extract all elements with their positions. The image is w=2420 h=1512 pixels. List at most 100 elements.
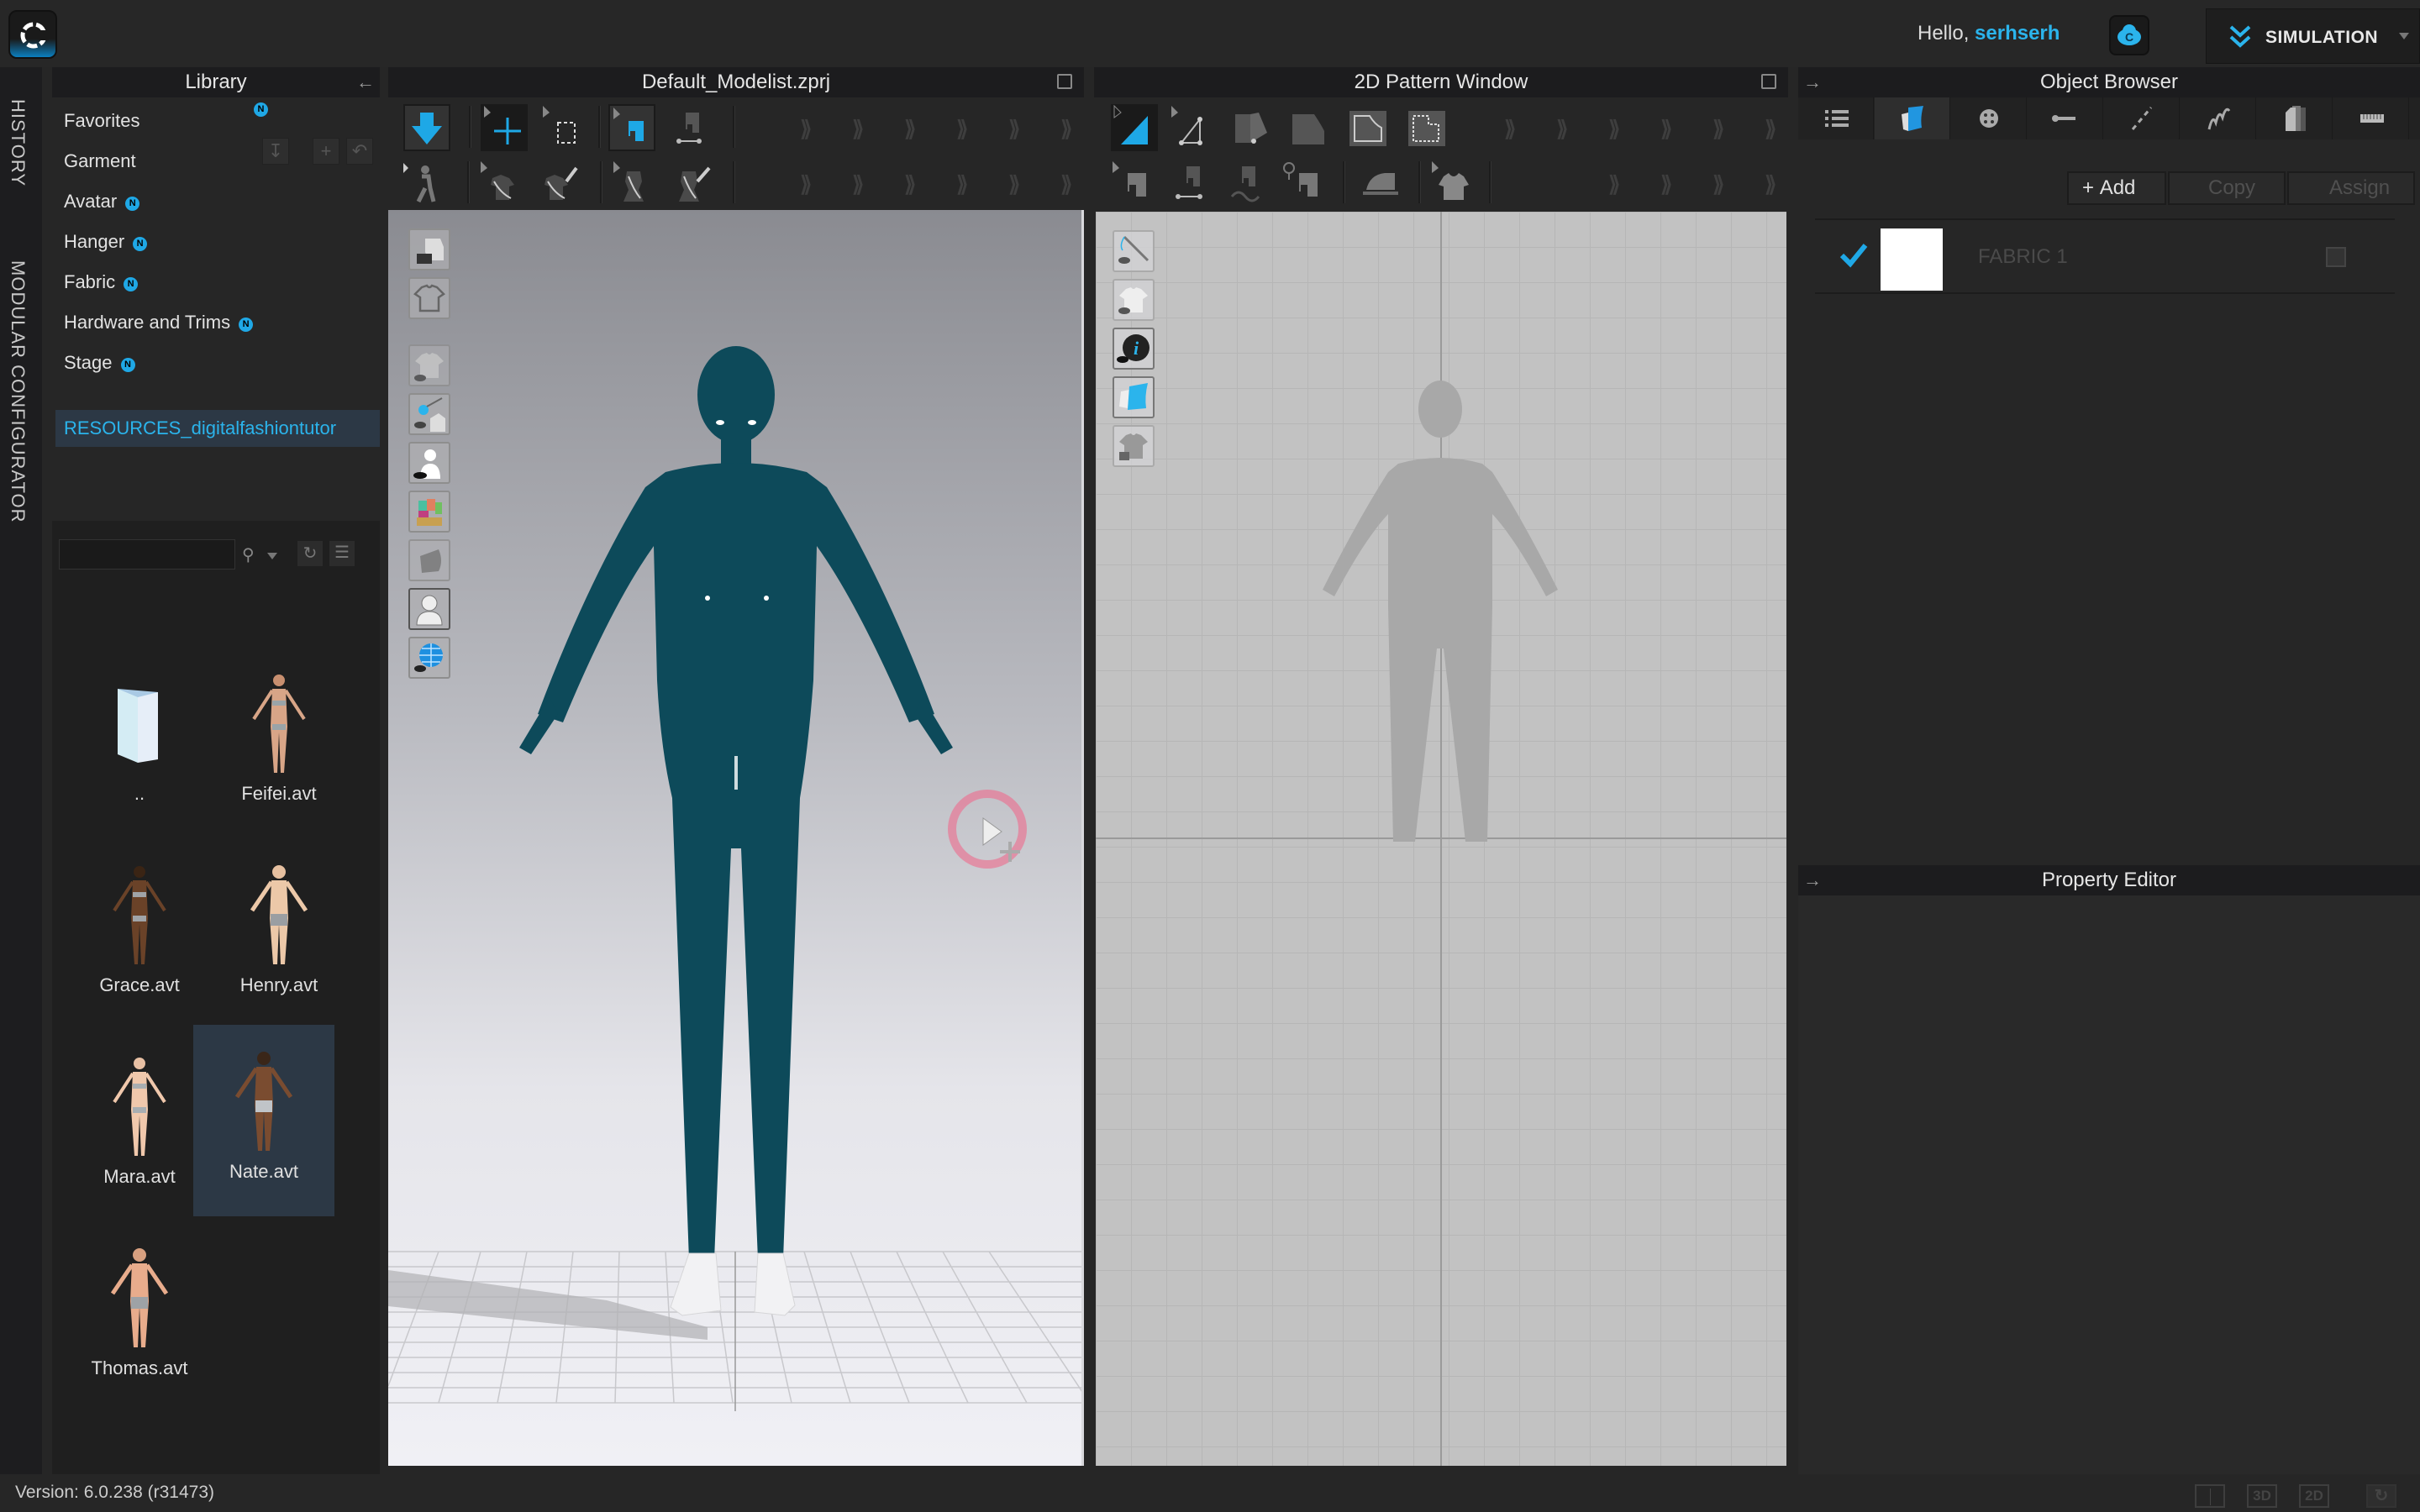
show-pattern-button[interactable] (1113, 279, 1155, 321)
tab-topstitch[interactable] (2104, 97, 2180, 139)
file-item[interactable]: Grace.avt (69, 838, 210, 1025)
popout-icon[interactable] (1761, 74, 1776, 89)
garment-pen-tool[interactable] (536, 160, 583, 207)
free-sewing-2d-tool[interactable] (1222, 160, 1269, 207)
list-view-icon[interactable]: ☰ (329, 541, 355, 566)
chevron-icon[interactable]: ⟫ (1712, 171, 1724, 197)
library-category-hanger[interactable]: Hanger N (64, 223, 148, 260)
tab-history[interactable]: HISTORY (7, 99, 29, 186)
chevron-icon[interactable]: ⟫ (1060, 171, 1072, 197)
chevron-icon[interactable]: ⟫ (1504, 116, 1516, 142)
split-view-button[interactable] (2195, 1484, 2225, 1508)
edit-sewing-2d-tool[interactable] (1109, 160, 1156, 207)
copy-fabric-button[interactable]: Copy (2168, 171, 2286, 205)
fitting-suit-tool[interactable] (1428, 160, 1476, 207)
chevron-icon[interactable]: ⟫ (904, 116, 916, 142)
steam-tool[interactable] (1358, 160, 1405, 207)
popout-icon[interactable] (1057, 74, 1072, 89)
segment-sewing-2d-tool[interactable] (1166, 160, 1213, 207)
file-item-selected[interactable]: Nate.avt (193, 1025, 334, 1216)
chevron-icon[interactable]: ⟫ (800, 171, 812, 197)
view-3d-button[interactable]: 3D (2247, 1484, 2277, 1508)
tab-zipper[interactable] (2181, 97, 2256, 139)
refresh-icon[interactable]: ↻ (297, 541, 323, 566)
download-button[interactable]: ↧ (262, 138, 289, 165)
garment-display-button[interactable] (408, 277, 450, 319)
dress-form-pen-tool[interactable] (669, 160, 716, 207)
assign-fabric-button[interactable]: Assign (2287, 171, 2415, 205)
chevron-icon[interactable]: ⟫ (956, 116, 968, 142)
collapse-left-icon[interactable]: ← (356, 67, 375, 97)
library-category-stage[interactable]: Stage N (64, 344, 135, 381)
chevron-icon[interactable]: ⟫ (956, 171, 968, 197)
tab-modular-configurator[interactable]: MODULAR CONFIGURATOR (7, 260, 29, 523)
tab-list[interactable] (1798, 97, 1874, 139)
show-garment-button[interactable] (408, 344, 450, 386)
chevron-icon[interactable]: ⟫ (1556, 116, 1568, 142)
dress-form-measure-tool[interactable] (610, 160, 657, 207)
fabric-list-item[interactable]: FABRIC 1 (1815, 218, 2395, 294)
search-dropdown-icon[interactable] (267, 553, 277, 559)
back-button[interactable]: ↶ (346, 138, 373, 165)
file-item[interactable]: Thomas.avt (69, 1221, 210, 1408)
library-category-hardware-and-trims[interactable]: Hardware and Trims N (64, 304, 254, 341)
texture-display-button[interactable] (408, 491, 450, 533)
environment-button[interactable] (408, 637, 450, 679)
add-favorite-button[interactable]: + (313, 138, 339, 165)
chevron-icon[interactable]: ⟫ (1008, 116, 1020, 142)
fabric-render-button[interactable] (408, 539, 450, 581)
tab-fabric[interactable] (1875, 97, 1950, 139)
file-item[interactable]: Mara.avt (69, 1030, 210, 1216)
library-category-fabric[interactable]: Fabric N (64, 264, 139, 301)
add-fabric-button[interactable]: + Add (2067, 171, 2166, 205)
avatar-display-button[interactable] (408, 588, 450, 630)
collapse-right-icon[interactable]: → (1803, 67, 1822, 97)
chevron-icon[interactable]: ⟫ (1008, 171, 1020, 197)
view-2d-button[interactable]: 2D (2299, 1484, 2329, 1508)
chevron-icon[interactable]: ⟫ (904, 171, 916, 197)
camera-view-button[interactable] (408, 228, 450, 270)
fabric-name[interactable]: FABRIC 1 (1978, 245, 2068, 269)
show-info-button[interactable]: i (1113, 328, 1155, 370)
library-category-resources[interactable]: RESOURCES_digitalfashiontutor (55, 410, 380, 447)
clo-cloud-button[interactable]: C (2109, 15, 2149, 55)
library-category-avatar[interactable]: Avatar N (64, 183, 140, 220)
file-item[interactable]: Henry.avt (208, 838, 350, 1025)
library-category-favorites[interactable]: Favorites (64, 102, 139, 139)
internal-polygon-tool[interactable] (1344, 104, 1392, 151)
edit-sewing-tool[interactable] (608, 104, 655, 151)
chevron-icon[interactable]: ⟫ (1608, 116, 1620, 142)
select-avatar-tool[interactable] (400, 160, 447, 207)
show-stitch-button[interactable] (1113, 230, 1155, 272)
chevron-icon[interactable]: ⟫ (1660, 171, 1672, 197)
library-category-garment[interactable]: Garment (64, 143, 136, 180)
tab-measure[interactable] (2333, 97, 2409, 139)
chevron-icon[interactable]: ⟫ (1765, 116, 1776, 142)
lock-pattern-button[interactable] (1113, 425, 1155, 467)
fabric-texture-2d-button[interactable] (1113, 376, 1155, 418)
library-search-input[interactable] (59, 539, 235, 570)
chevron-icon[interactable]: ⟫ (800, 116, 812, 142)
file-item[interactable]: Feifei.avt (208, 647, 350, 833)
show-pins-button[interactable] (408, 393, 450, 435)
chevron-icon[interactable]: ⟫ (852, 116, 864, 142)
edit-curve-tool[interactable] (1227, 104, 1274, 151)
username-link[interactable]: serhserh (1975, 22, 2060, 45)
tab-pattern-pieces[interactable] (2257, 97, 2333, 139)
tab-buttonhole[interactable] (2028, 97, 2103, 139)
simulation-button[interactable] (403, 104, 450, 151)
collapse-right-icon[interactable]: → (1803, 865, 1822, 895)
file-item[interactable]: .. (69, 647, 210, 833)
transform-pattern-tool[interactable] (1111, 104, 1158, 151)
tab-button[interactable] (1951, 97, 2027, 139)
refresh-icon[interactable]: ↻ (2366, 1484, 2396, 1508)
trace-tool[interactable] (1403, 104, 1450, 151)
checkmark-icon[interactable] (1839, 240, 1869, 270)
viewport-3d[interactable] (388, 210, 1084, 1466)
chevron-icon[interactable]: ⟫ (1765, 171, 1776, 197)
select-mesh-tool[interactable] (539, 104, 587, 151)
select-move-tool[interactable] (481, 104, 528, 151)
chevron-icon[interactable]: ⟫ (1060, 116, 1072, 142)
clo-logo-icon[interactable] (8, 10, 57, 59)
dropdown-arrow-icon[interactable] (2399, 33, 2409, 39)
